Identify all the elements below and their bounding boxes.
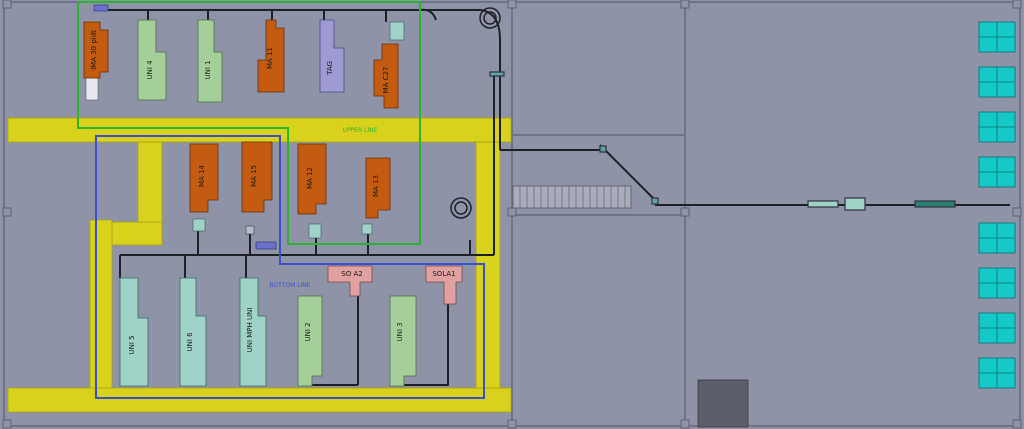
machine-label: UNI MPH UNI	[246, 308, 254, 353]
machine-label: IMA 30 pidt	[90, 30, 98, 70]
machine-uni3: UNI 3	[389, 295, 417, 387]
rack	[978, 267, 1016, 299]
upper-aisle	[7, 117, 512, 143]
machine-label: UNI 4	[146, 60, 154, 80]
rack	[978, 357, 1016, 389]
machine-label: MA C27	[382, 67, 390, 94]
machine-label: UNI 1	[204, 60, 212, 79]
machine-label: MA 13	[372, 175, 380, 197]
factory-floor-plan: IMA 30 pidt UNI 4 UNI 1 MA 11 TAG MA C27…	[0, 0, 1024, 429]
rack	[978, 111, 1016, 143]
equipment-block	[697, 379, 749, 428]
machine-label: MA 15	[250, 165, 258, 187]
machine-ma12: MA 12	[297, 143, 327, 215]
rack	[978, 66, 1016, 98]
machine-ma13: MA 13	[365, 157, 391, 219]
rack	[978, 222, 1016, 254]
machine-label: MA 14	[198, 164, 206, 187]
bottom-aisle	[7, 387, 512, 413]
stairs	[512, 185, 632, 209]
machine-label: TAG	[326, 61, 334, 76]
machine-uni2: UNI 2	[297, 295, 323, 387]
upper-line-label: UPPER LINE	[343, 127, 378, 134]
aisle-connector-step	[111, 221, 163, 246]
machine-label: SO A2	[341, 270, 362, 278]
rack	[978, 21, 1016, 53]
left-aisle	[89, 219, 113, 391]
machine-label: UNI 2	[304, 322, 312, 341]
machine-label: UNI 3	[396, 322, 404, 341]
machine-label: UNI 5	[128, 335, 136, 354]
machine-label: MA 11	[266, 47, 274, 69]
machine-label: MA 12	[306, 167, 314, 189]
rack	[978, 312, 1016, 344]
machine-label: UNI 6	[186, 332, 194, 352]
rack	[978, 156, 1016, 188]
bottom-line-label: BOTTOM LINE	[269, 282, 310, 289]
machine-ima-sp: IMA 30 pidt	[83, 21, 109, 79]
machine-label: SOLA1	[432, 270, 455, 278]
